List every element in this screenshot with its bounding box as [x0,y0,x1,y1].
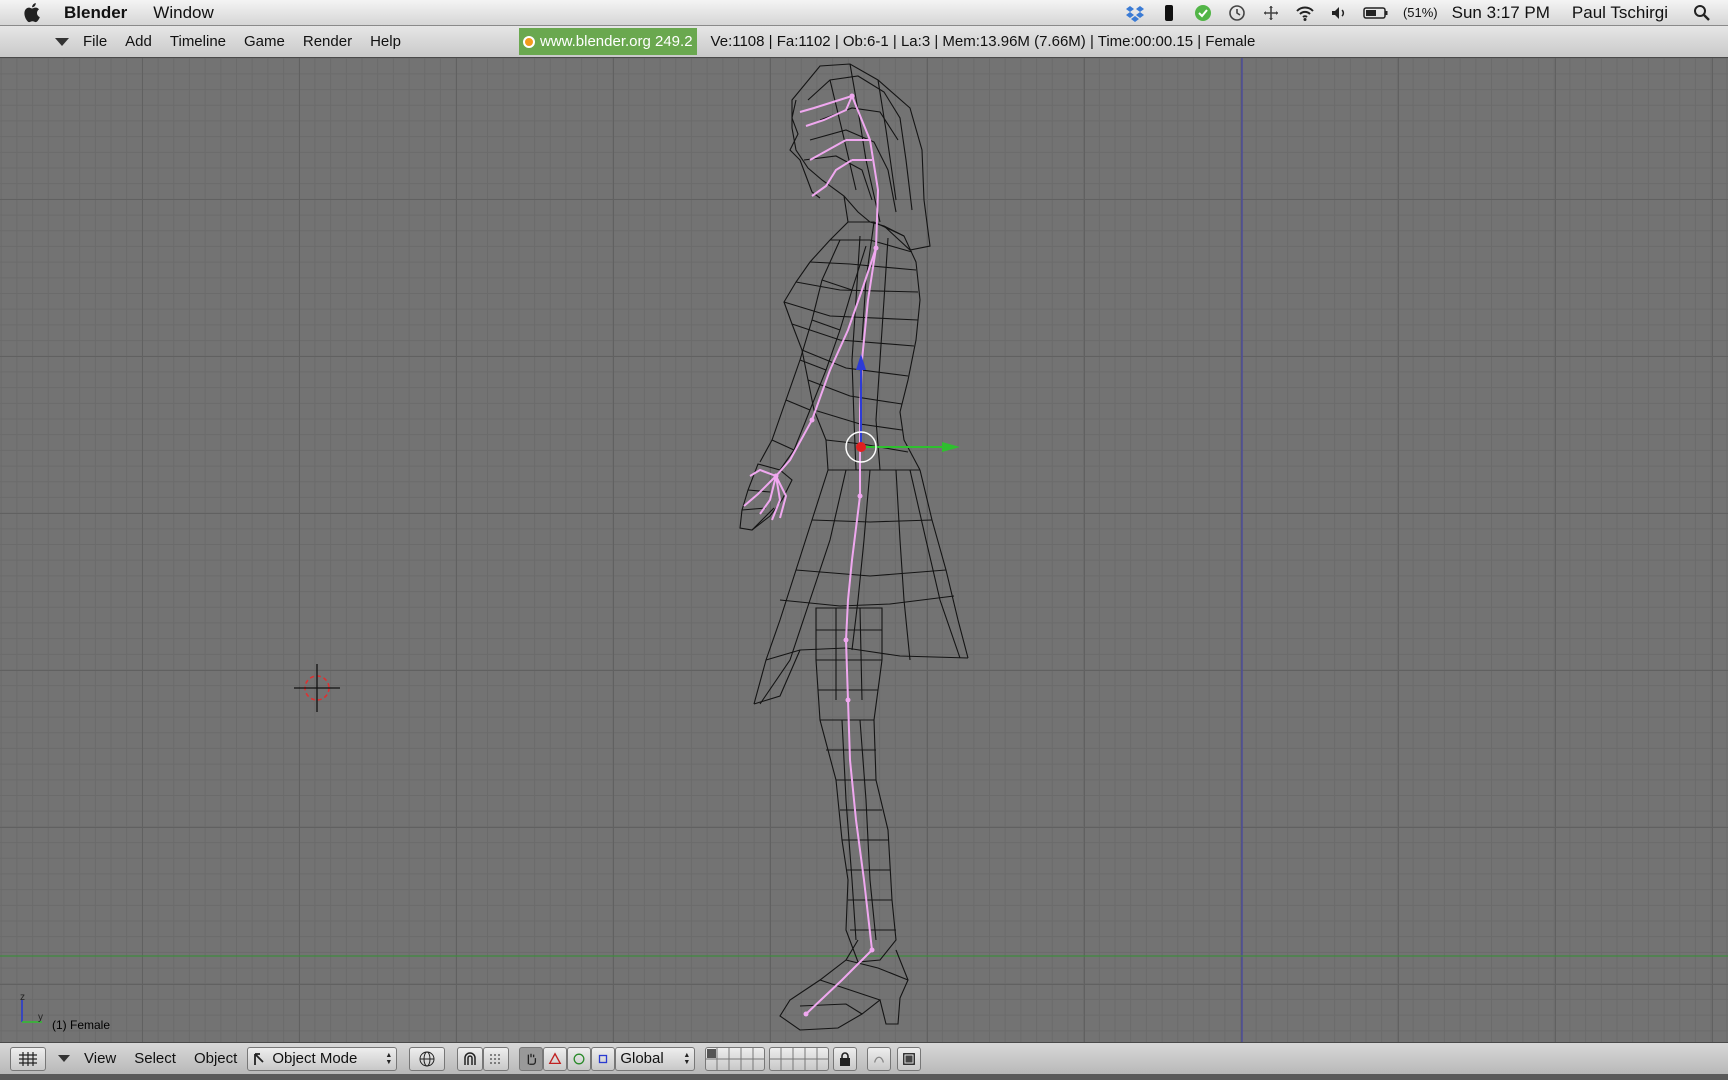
menu-view[interactable]: View [84,1050,116,1067]
link-curve-icon [874,1056,885,1063]
scale-toggle[interactable] [591,1046,616,1071]
snap-button[interactable] [483,1046,510,1071]
wifi-icon[interactable] [1295,4,1315,22]
menu-game[interactable]: Game [244,33,285,50]
volume-icon[interactable] [1329,4,1349,22]
user-name[interactable]: Paul Tschirgi [1572,3,1668,23]
orientation-select[interactable]: Global ▲ ▼ [615,1046,696,1071]
orientation-value: Global [620,1050,664,1067]
check-circle-icon[interactable] [1193,4,1213,22]
image-render-icon [903,1052,916,1065]
version-text: www.blender.org 249.2 [539,33,693,50]
bottom-window-strip [0,1074,1728,1080]
orientation-arrows-icon: ▲ ▼ [683,1051,691,1066]
mode-arrows-icon: ▲ ▼ [385,1051,393,1066]
menu-help[interactable]: Help [370,33,401,50]
3d-view-header: View Select Object Object Mode ▲ ▼ Global… [0,1042,1728,1074]
clock[interactable]: Sun 3:17 PM [1452,3,1550,23]
menu-object[interactable]: Object [194,1050,237,1067]
menu-render[interactable]: Render [303,33,352,50]
snap-grid-icon [490,1054,503,1063]
rotate-toggle[interactable] [567,1046,592,1071]
os-menu-bar: Blender Window (51%) Sun 3:17 PM Paul Ts… [0,0,1728,26]
3d-viewport[interactable]: z y (1) Female [0,58,1728,1042]
axis-y-label: y [38,1012,43,1023]
apple-logo-icon[interactable] [22,2,44,24]
layer-buttons-group-2[interactable] [769,1046,830,1071]
magnet-icon [464,1051,477,1065]
layer-buttons-group-1[interactable] [705,1046,766,1071]
mode-select[interactable]: Object Mode ▲ ▼ [247,1046,398,1071]
menu-add[interactable]: Add [125,33,152,50]
mode-value: Object Mode [272,1050,358,1067]
layer-grid-icon [706,1047,765,1070]
axis-z-label: z [20,992,25,1003]
menu-timeline[interactable]: Timeline [170,33,226,50]
scale-square-icon [599,1054,608,1063]
spaces-icon[interactable] [1261,4,1281,22]
scene-stats: Ve:1108 | Fa:1102 | Ob:6-1 | La:3 | Mem:… [710,33,1256,50]
info-header: File Add Timeline Game Render Help www.b… [0,26,1728,58]
hand-icon [528,1053,537,1065]
window-menu[interactable]: Window [153,3,213,23]
pivot-select[interactable] [457,1046,484,1071]
rotate-circle-icon [573,1053,585,1064]
wireframe-sphere-icon [419,1051,435,1066]
lock-layers-button[interactable] [833,1046,858,1071]
spotlight-search-icon[interactable] [1692,4,1712,22]
menu-file[interactable]: File [83,33,107,50]
header-collapse-icon[interactable] [55,37,69,46]
translate-triangle-icon [548,1051,562,1064]
battery-icon[interactable] [1363,4,1389,22]
render-preview-button[interactable] [897,1046,922,1071]
grid-editor-icon [19,1051,37,1066]
status-tray: (51%) Sun 3:17 PM Paul Tschirgi [1125,3,1728,23]
draw-type-select[interactable] [409,1046,446,1071]
battery-device-icon[interactable] [1159,4,1179,22]
app-name-menu[interactable]: Blender [64,3,127,23]
battery-percent: (51%) [1402,5,1438,20]
layer-grid-icon-2 [770,1047,829,1070]
blender-logo-icon [522,35,535,48]
manipulator-toggle[interactable] [519,1046,544,1071]
active-object-label: (1) Female [52,1018,111,1032]
time-machine-icon[interactable] [1227,4,1247,22]
header-menu-toggle-icon[interactable] [58,1055,70,1062]
ipo-link-button[interactable] [867,1046,892,1071]
scene-canvas: z y [0,58,1728,1042]
translate-toggle[interactable] [543,1046,568,1071]
editor-type-button[interactable] [10,1046,46,1071]
lock-icon [840,1051,851,1066]
version-badge[interactable]: www.blender.org 249.2 [518,28,697,55]
menu-select[interactable]: Select [134,1050,176,1067]
dropbox-icon[interactable] [1125,4,1145,22]
object-mode-icon [254,1052,264,1065]
armature-bones [743,95,880,1015]
3d-cursor-icon [294,664,340,712]
